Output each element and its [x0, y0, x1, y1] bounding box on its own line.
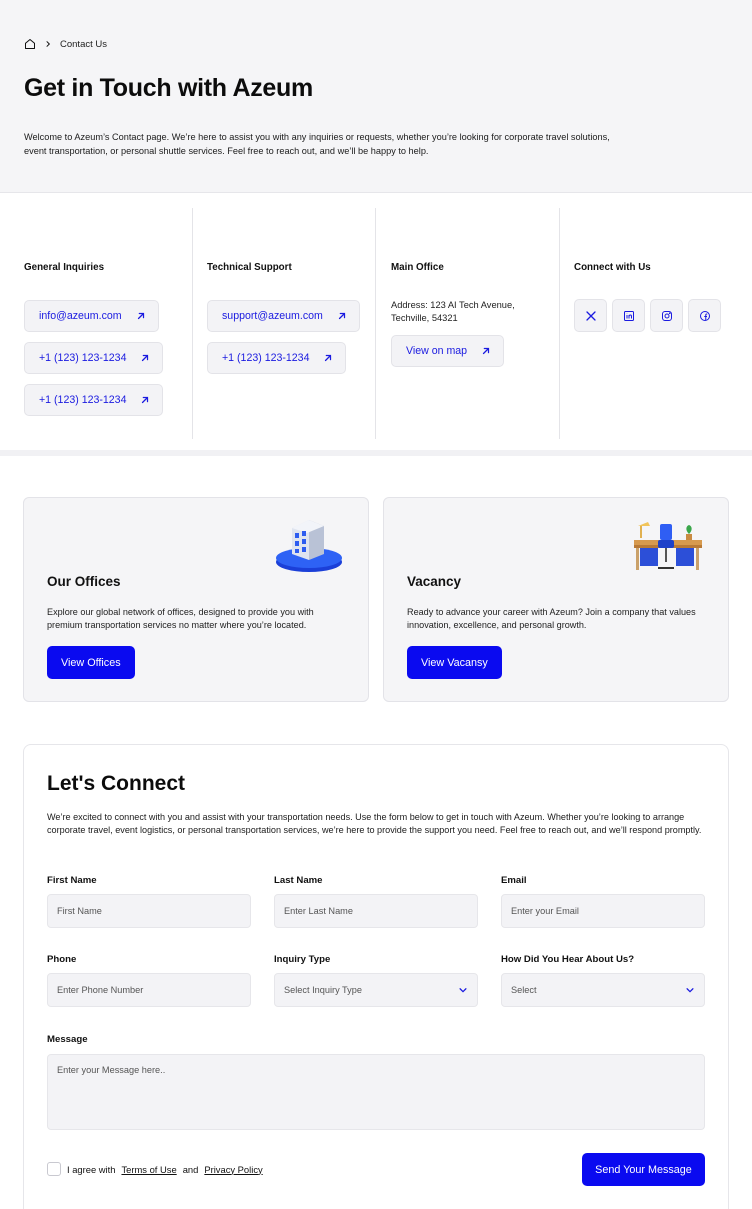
x-twitter-link[interactable] [574, 299, 607, 332]
vacancy-card: Vacancy Ready to advance your career wit… [383, 497, 729, 702]
general-inquiries-title: General Inquiries [24, 262, 105, 273]
first-name-field [47, 894, 251, 928]
view-offices-button[interactable]: View Offices [47, 646, 135, 679]
form-title: Let's Connect [47, 772, 186, 795]
agree-and: and [182, 1163, 199, 1175]
page-description: Welcome to Azeum’s Contact page. We’re h… [24, 132, 610, 156]
inquiry-type-value: Select Inquiry Type [284, 985, 362, 995]
vacancy-card-description: Ready to advance your career with Azeum?… [407, 607, 696, 630]
inquiry-type-label: Inquiry Type [274, 954, 331, 965]
last-name-input[interactable] [284, 906, 468, 916]
support-phone-link[interactable]: +1 (123) 123-1234 [207, 342, 347, 374]
last-name-label: Last Name [274, 875, 323, 886]
agree-prefix: I agree with [67, 1163, 116, 1175]
home-icon[interactable] [24, 38, 36, 50]
phone-field [47, 973, 251, 1007]
view-vacancy-button[interactable]: View Vacansy [407, 646, 502, 679]
offices-card-description: Explore our global network of offices, d… [47, 607, 314, 630]
message-textarea[interactable] [57, 1065, 695, 1119]
general-phone-text-1: +1 (123) 123-1234 [39, 352, 127, 364]
terms-of-use-link[interactable]: Terms of Use [121, 1164, 176, 1175]
email-input[interactable] [511, 906, 695, 916]
linkedin-link[interactable] [612, 299, 645, 332]
message-field [47, 1054, 705, 1130]
arrow-up-right-icon [142, 354, 149, 362]
technical-support-title: Technical Support [207, 262, 292, 273]
general-phone-link-2[interactable]: +1 (123) 123-1234 [24, 384, 164, 416]
office-building-icon [276, 520, 342, 572]
general-phone-link-1[interactable]: +1 (123) 123-1234 [24, 342, 164, 374]
facebook-link[interactable] [688, 299, 721, 332]
chevron-right-icon [44, 40, 52, 48]
page-title: Get in Touch with Azeum [24, 74, 313, 102]
general-email-link[interactable]: info@azeum.com [24, 300, 159, 332]
terms-agreement: I agree with Terms of Use and Privacy Po… [47, 1162, 263, 1176]
page-header: Contact Us Get in Touch with Azeum Welco… [0, 0, 752, 193]
social-links [574, 299, 721, 332]
general-inquiries-column: General Inquiries info@azeum.com +1 (123… [24, 208, 192, 439]
form-intro: We’re excited to connect with you and as… [47, 812, 702, 835]
facebook-icon [699, 310, 710, 321]
view-on-map-text: View on map [406, 345, 468, 357]
phone-input[interactable] [57, 985, 241, 995]
main-office-column: Main Office Address: 123 AI Tech Avenue,… [375, 208, 559, 439]
email-field [501, 894, 705, 928]
main-office-title: Main Office [391, 262, 444, 273]
last-name-field [274, 894, 478, 928]
social-column: Connect with Us [559, 208, 739, 439]
instagram-link[interactable] [650, 299, 683, 332]
chevron-down-icon [686, 988, 694, 993]
contact-info-section: General Inquiries info@azeum.com +1 (123… [0, 194, 752, 456]
offices-card-title: Our Offices [47, 574, 121, 589]
offices-card: Our Offices Explore our global network o… [23, 497, 369, 702]
arrow-up-right-icon [482, 347, 490, 355]
vacancy-card-title: Vacancy [407, 574, 462, 589]
agree-checkbox[interactable] [47, 1162, 61, 1176]
heard-about-select[interactable]: Select [501, 973, 705, 1007]
first-name-input[interactable] [57, 906, 241, 916]
support-email-text: support@azeum.com [222, 310, 323, 322]
arrow-up-right-icon [142, 396, 149, 404]
general-phone-text-2: +1 (123) 123-1234 [39, 394, 127, 406]
inquiry-type-select[interactable]: Select Inquiry Type [274, 973, 478, 1007]
arrow-up-right-icon [325, 354, 332, 362]
chevron-down-icon [459, 988, 467, 993]
first-name-label: First Name [47, 875, 97, 886]
email-label: Email [501, 875, 527, 886]
office-address: Address: 123 AI Tech Avenue, Techville, … [391, 300, 515, 323]
view-on-map-link[interactable]: View on map [391, 335, 505, 367]
technical-support-column: Technical Support support@azeum.com +1 (… [192, 208, 375, 439]
contact-form: Let's Connect We’re excited to connect w… [23, 744, 729, 1209]
privacy-policy-link[interactable]: Privacy Policy [204, 1164, 262, 1175]
linkedin-icon [623, 310, 634, 321]
arrow-up-right-icon [338, 312, 345, 320]
breadcrumb: Contact Us [24, 38, 107, 50]
arrow-up-right-icon [137, 312, 144, 320]
heard-about-value: Select [511, 985, 537, 995]
x-twitter-icon [585, 310, 596, 321]
heard-about-label: How Did You Hear About Us? [501, 954, 635, 965]
send-message-button[interactable]: Send Your Message [582, 1153, 705, 1186]
phone-label: Phone [47, 954, 77, 965]
general-email-text: info@azeum.com [39, 310, 122, 322]
desk-workspace-icon [634, 522, 702, 570]
breadcrumb-current: Contact Us [60, 38, 107, 50]
social-title: Connect with Us [574, 262, 651, 273]
support-email-link[interactable]: support@azeum.com [207, 300, 360, 332]
message-label: Message [47, 1034, 88, 1045]
instagram-icon [661, 310, 672, 321]
support-phone-text: +1 (123) 123-1234 [222, 352, 310, 364]
